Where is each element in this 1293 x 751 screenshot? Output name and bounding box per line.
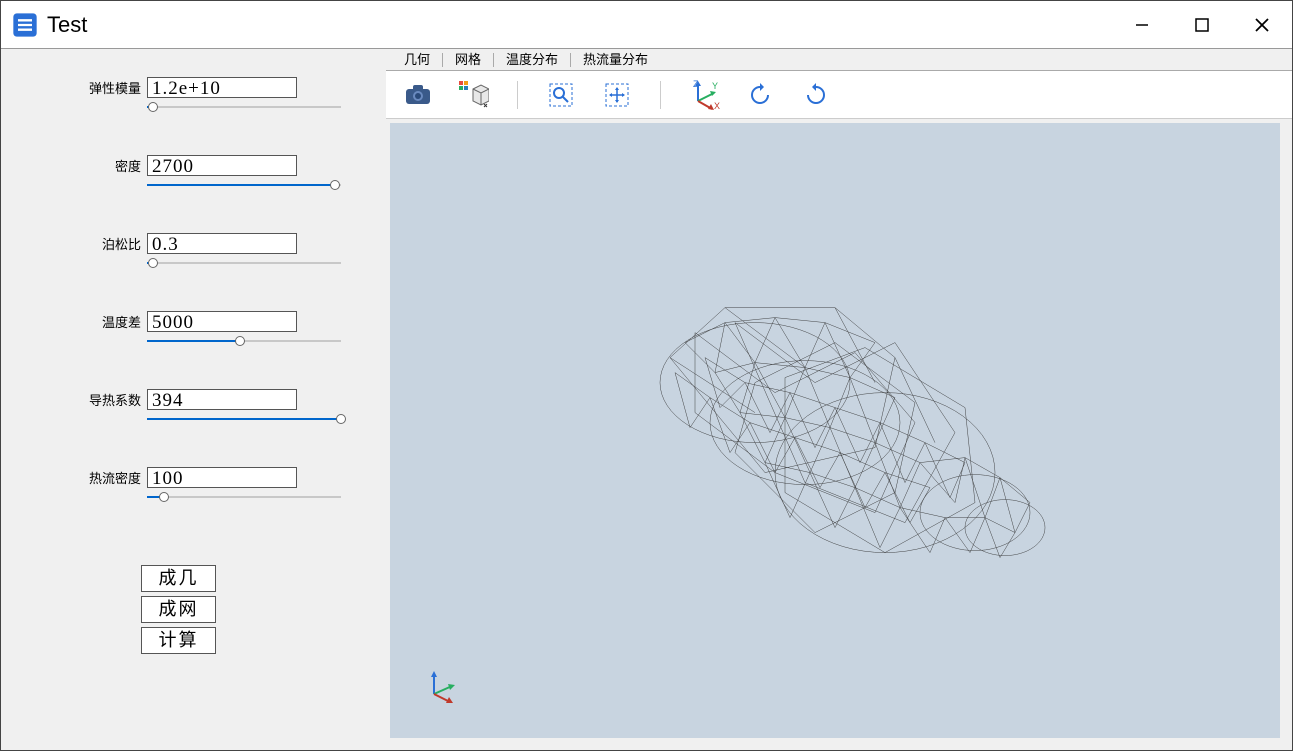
svg-text:Z: Z: [693, 79, 699, 89]
viewport[interactable]: [390, 123, 1280, 738]
mesh-wireframe: [575, 212, 1095, 632]
generate-geometry-button[interactable]: 成几: [141, 565, 216, 592]
elastic-modulus-input[interactable]: 1.2e+10: [147, 77, 297, 98]
thermal-conductivity-input[interactable]: 394: [147, 389, 297, 410]
param-label: 热流密度: [81, 468, 141, 487]
minimize-button[interactable]: [1112, 1, 1172, 49]
axes-icon[interactable]: Z YX: [687, 78, 721, 112]
heat-flux-density-slider[interactable]: [147, 491, 341, 503]
tab-heatflux[interactable]: 热流量分布: [571, 49, 660, 71]
param-label: 弹性模量: [81, 78, 141, 97]
tab-mesh[interactable]: 网格: [443, 49, 493, 71]
temperature-diff-slider[interactable]: [147, 335, 341, 347]
zoom-box-icon[interactable]: [544, 78, 578, 112]
param-label: 温度差: [81, 312, 141, 331]
density-slider[interactable]: [147, 179, 341, 191]
param-density: 密度 2700: [81, 155, 326, 191]
param-elastic-modulus: 弹性模量 1.2e+10: [81, 77, 326, 113]
svg-text:Y: Y: [712, 81, 718, 91]
param-label: 密度: [81, 156, 141, 175]
maximize-button[interactable]: [1172, 1, 1232, 49]
param-label: 导热系数: [81, 390, 141, 409]
rotate-ccw-icon[interactable]: [799, 78, 833, 112]
poisson-ratio-input[interactable]: 0.3: [147, 233, 297, 254]
tab-bar: 几何 网格 温度分布 热流量分布: [386, 49, 1292, 71]
tab-geometry[interactable]: 几何: [392, 49, 442, 71]
generate-mesh-button[interactable]: 成网: [141, 596, 216, 623]
thermal-conductivity-slider[interactable]: [147, 413, 341, 425]
temperature-diff-input[interactable]: 5000: [147, 311, 297, 332]
pan-icon[interactable]: [600, 78, 634, 112]
param-thermal-conductivity: 导热系数 394: [81, 389, 326, 425]
titlebar: Test: [1, 1, 1292, 49]
density-input[interactable]: 2700: [147, 155, 297, 176]
axes-triad-icon: [422, 666, 462, 706]
main-area: 几何 网格 温度分布 热流量分布 Z YX: [386, 49, 1292, 750]
elastic-modulus-slider[interactable]: [147, 101, 341, 113]
close-button[interactable]: [1232, 1, 1292, 49]
param-poisson-ratio: 泊松比 0.3: [81, 233, 326, 269]
app-icon: [11, 11, 39, 39]
sidebar: 弹性模量 1.2e+10 密度 2700 泊松比 0.3: [1, 49, 386, 750]
poisson-ratio-slider[interactable]: [147, 257, 341, 269]
heat-flux-density-input[interactable]: 100: [147, 467, 297, 488]
param-temperature-diff: 温度差 5000: [81, 311, 326, 347]
calculate-button[interactable]: 计算: [141, 627, 216, 654]
tab-temperature[interactable]: 温度分布: [494, 49, 570, 71]
window-title: Test: [47, 12, 87, 38]
viewport-toolbar: Z YX: [386, 71, 1292, 119]
param-label: 泊松比: [81, 234, 141, 253]
cube-colors-icon[interactable]: [457, 78, 491, 112]
rotate-cw-icon[interactable]: [743, 78, 777, 112]
camera-icon[interactable]: [401, 78, 435, 112]
svg-text:X: X: [714, 101, 720, 111]
param-heat-flux-density: 热流密度 100: [81, 467, 326, 503]
